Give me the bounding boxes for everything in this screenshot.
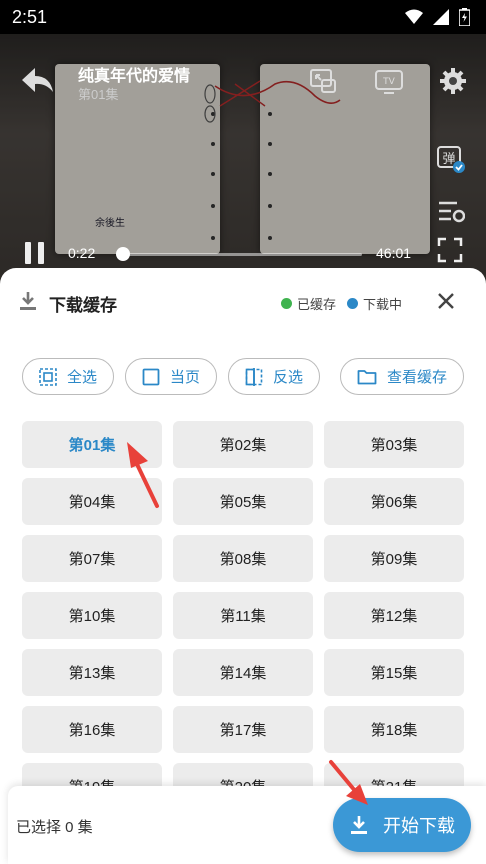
danmaku-icon: 弹 bbox=[437, 146, 465, 173]
legend-downloading-label: 下载中 bbox=[363, 297, 403, 312]
signal-icon bbox=[433, 9, 449, 25]
pause-icon bbox=[25, 242, 44, 264]
pip-button[interactable] bbox=[306, 64, 340, 98]
battery-icon bbox=[459, 8, 470, 26]
sheet-header: 下载缓存 已缓存 下载中 bbox=[0, 284, 486, 320]
selection-actions: 全选 当页 反选 查看缓存 bbox=[0, 358, 486, 396]
episode-item[interactable]: 第08集 bbox=[173, 535, 313, 582]
episode-item[interactable]: 第06集 bbox=[324, 478, 464, 525]
episode-item[interactable]: 第11集 bbox=[173, 592, 313, 639]
episode-item[interactable]: 第04集 bbox=[22, 478, 162, 525]
folder-icon bbox=[357, 369, 377, 384]
select-all-icon bbox=[39, 367, 57, 386]
episode-item[interactable]: 第07集 bbox=[22, 535, 162, 582]
current-page-label: 当页 bbox=[169, 369, 200, 386]
download-icon bbox=[351, 816, 367, 834]
download-sheet: 下载缓存 已缓存 下载中 全选 当页 反选 查看缓存 第01集 第02集 第03… bbox=[0, 268, 486, 864]
sliders-icon bbox=[439, 201, 465, 223]
episode-item[interactable]: 第01集 bbox=[22, 421, 162, 468]
picture-in-picture-icon bbox=[310, 69, 336, 93]
close-icon bbox=[438, 293, 454, 309]
fullscreen-button[interactable] bbox=[436, 236, 466, 268]
episode-item[interactable]: 第18集 bbox=[324, 706, 464, 753]
legend-cached-label: 已缓存 bbox=[297, 297, 337, 312]
seek-knob[interactable] bbox=[116, 247, 130, 261]
episode-item[interactable]: 第10集 bbox=[22, 592, 162, 639]
settings-button[interactable] bbox=[436, 64, 470, 98]
back-arrow-icon bbox=[22, 68, 53, 92]
episode-item[interactable]: 第14集 bbox=[173, 649, 313, 696]
start-download-label: 开始下载 bbox=[383, 816, 455, 836]
episode-item[interactable]: 第09集 bbox=[324, 535, 464, 582]
seek-bar[interactable] bbox=[116, 247, 362, 261]
total-time: 46:01 bbox=[376, 245, 412, 261]
cast-tv-button[interactable]: TV bbox=[372, 64, 406, 98]
legend-cached: 已缓存 bbox=[281, 294, 336, 313]
pause-button[interactable] bbox=[22, 238, 48, 268]
select-all-button[interactable]: 全选 bbox=[22, 358, 114, 395]
cached-dot-icon bbox=[281, 298, 292, 309]
status-time: 2:51 bbox=[12, 6, 48, 27]
episode-item[interactable]: 第16集 bbox=[22, 706, 162, 753]
tv-icon: TV bbox=[375, 70, 403, 94]
video-title: 纯真年代的爱情 bbox=[78, 68, 191, 85]
video-episode: 第01集 bbox=[78, 87, 119, 102]
start-download-button[interactable]: 开始下载 bbox=[333, 798, 471, 852]
view-cache-button[interactable]: 查看缓存 bbox=[340, 358, 464, 395]
episode-item[interactable]: 第12集 bbox=[324, 592, 464, 639]
svg-text:TV: TV bbox=[382, 77, 395, 87]
danmaku-settings-button[interactable] bbox=[434, 194, 468, 228]
app-screen: 2:51 余後生 纯真年代的爱情 第01集 TV 弹 0:22 46:01 下载… bbox=[0, 0, 486, 864]
danmaku-toggle-button[interactable]: 弹 bbox=[434, 142, 468, 176]
gear-icon bbox=[440, 68, 466, 94]
current-page-button[interactable]: 当页 bbox=[125, 358, 217, 395]
episode-item[interactable]: 第15集 bbox=[324, 649, 464, 696]
close-button[interactable] bbox=[432, 287, 460, 315]
download-icon bbox=[20, 292, 36, 310]
bottom-bar: 已选择 0 集 开始下载 bbox=[8, 786, 486, 864]
episode-item[interactable]: 第03集 bbox=[324, 421, 464, 468]
back-button[interactable] bbox=[18, 64, 58, 98]
sheet-title: 下载缓存 bbox=[49, 296, 117, 315]
square-icon bbox=[142, 368, 160, 385]
episode-item[interactable]: 第17集 bbox=[173, 706, 313, 753]
status-legend: 已缓存 下载中 bbox=[281, 294, 413, 313]
invert-selection-button[interactable]: 反选 bbox=[228, 358, 320, 395]
status-bar: 2:51 bbox=[0, 0, 486, 34]
legend-downloading: 下载中 bbox=[347, 294, 402, 313]
invert-icon bbox=[245, 367, 263, 386]
view-cache-label: 查看缓存 bbox=[386, 369, 447, 386]
video-player[interactable]: 余後生 纯真年代的爱情 第01集 TV 弹 0:22 46:01 bbox=[0, 34, 486, 284]
episode-item[interactable]: 第13集 bbox=[22, 649, 162, 696]
invert-label: 反选 bbox=[272, 369, 303, 386]
downloading-dot-icon bbox=[347, 298, 359, 309]
wifi-icon bbox=[405, 9, 423, 24]
fullscreen-icon bbox=[437, 237, 463, 263]
current-time: 0:22 bbox=[68, 245, 96, 261]
select-all-label: 全选 bbox=[66, 369, 97, 386]
episode-item[interactable]: 第02集 bbox=[173, 421, 313, 468]
episode-item[interactable]: 第05集 bbox=[173, 478, 313, 525]
selected-count: 已选择 0 集 bbox=[16, 819, 93, 836]
status-icons bbox=[405, 8, 470, 26]
